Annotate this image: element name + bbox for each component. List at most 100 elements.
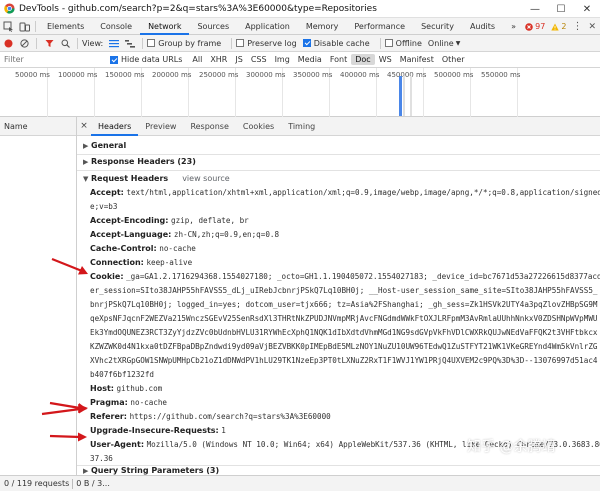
close-window-button[interactable]: ✕: [574, 0, 600, 18]
checkbox-box-checked: [110, 55, 118, 64]
filter-type-js[interactable]: JS: [231, 54, 246, 65]
filter-type-img[interactable]: Img: [271, 54, 294, 65]
header-value: _ga=GA1.2.1716294368.1554027180; _octo=G…: [126, 272, 600, 281]
filter-type-all[interactable]: All: [188, 54, 206, 65]
network-toolbar: View: Group by frame Preserve log Disabl…: [0, 35, 600, 52]
filter-type-xhr[interactable]: XHR: [206, 54, 231, 65]
throttling-select[interactable]: Online ▼: [428, 39, 460, 48]
header-key: Upgrade-Insecure-Requests:: [90, 426, 219, 435]
triangle-down-icon: ▼: [83, 175, 89, 183]
filter-type-manifest[interactable]: Manifest: [396, 54, 438, 65]
tab-security[interactable]: Security: [413, 18, 462, 35]
filter-type-doc[interactable]: Doc: [351, 54, 375, 65]
header-value-cont: qeXpsNFJqcnF2WEZVa215WnczSGEvV25SenRsdXl…: [90, 314, 598, 323]
timeline-label: 50000 ms: [15, 71, 50, 79]
header-value: keep-alive: [146, 258, 193, 267]
query-string-toggle[interactable]: ▶ Query String Parameters (3): [83, 466, 219, 475]
tab-timing[interactable]: Timing: [281, 117, 322, 136]
timeline-request-marker: [410, 76, 412, 116]
tab-sources[interactable]: Sources: [189, 18, 237, 35]
filter-type-ws[interactable]: WS: [375, 54, 396, 65]
zhihu-watermark: 知乎 @余腾靖: [467, 436, 555, 456]
timeline-label: 350000 ms: [293, 71, 333, 79]
filter-type-css[interactable]: CSS: [247, 54, 271, 65]
record-button[interactable]: [0, 35, 16, 51]
toolbar-separator: [231, 37, 233, 49]
query-string-title: Query String Parameters (3): [91, 466, 220, 475]
more-tabs-button[interactable]: »: [503, 18, 524, 35]
close-devtools-icon[interactable]: ✕: [588, 22, 596, 32]
tab-headers[interactable]: Headers: [91, 117, 139, 136]
section-divider: [77, 170, 600, 171]
overview-button[interactable]: [122, 35, 138, 51]
header-key: Accept:: [90, 188, 124, 197]
header-value: zh-CN,zh;q=0.9,en;q=0.8: [173, 230, 280, 239]
error-count-badge[interactable]: 97: [525, 22, 545, 31]
general-section-toggle[interactable]: ▶ General: [83, 141, 126, 150]
group-by-frame-checkbox[interactable]: Group by frame: [147, 39, 221, 48]
preserve-log-checkbox[interactable]: Preserve log: [236, 39, 297, 48]
name-column-header[interactable]: Name: [0, 117, 76, 136]
request-headers-toggle[interactable]: ▼ Request Headers view source: [83, 174, 230, 183]
request-count: 0 / 119 requests: [4, 479, 70, 488]
header-row-accept-language: Accept-Language: zh-CN,zh;q=0.9,en;q=0.8: [90, 229, 598, 241]
checkbox-box-checked: [302, 39, 311, 47]
chevron-down-icon: ▼: [455, 39, 461, 47]
triangle-right-icon: ▶: [83, 158, 89, 166]
tab-preview[interactable]: Preview: [138, 117, 183, 136]
header-row-pragma: Pragma: no-cache: [90, 397, 598, 409]
window-titlebar: DevTools - github.com/search?p=2&q=stars…: [0, 0, 600, 18]
toolbar-separator: [142, 37, 144, 49]
hide-data-urls-checkbox[interactable]: Hide data URLs: [110, 55, 182, 64]
tab-application[interactable]: Application: [237, 18, 298, 35]
tab-performance[interactable]: Performance: [346, 18, 413, 35]
header-row-cache-control: Cache-Control: no-cache: [90, 243, 598, 255]
timeline-label: 450000 ms: [387, 71, 427, 79]
filter-type-media[interactable]: Media: [294, 54, 326, 65]
offline-checkbox[interactable]: Offline: [384, 39, 422, 48]
tab-memory[interactable]: Memory: [298, 18, 347, 35]
search-button[interactable]: [57, 35, 73, 51]
devtools-app-icon: [4, 3, 15, 14]
close-detail-icon[interactable]: ×: [77, 121, 91, 131]
large-rows-button[interactable]: [106, 35, 122, 51]
warning-count: 2: [561, 22, 567, 31]
warning-count-badge[interactable]: 2: [551, 22, 566, 31]
kebab-menu-icon[interactable]: ⋮: [572, 21, 582, 32]
response-headers-toggle[interactable]: ▶ Response Headers (23): [83, 157, 196, 166]
header-value-cont: bnrjPSkQ7Lq10BH0j; logged_in=yes; dotcom…: [90, 300, 598, 309]
tab-cookies[interactable]: Cookies: [236, 117, 281, 136]
header-key: Pragma:: [90, 398, 128, 407]
filter-toggle-button[interactable]: [41, 35, 57, 51]
clear-button[interactable]: [16, 35, 32, 51]
header-value: https://github.com/search?q=stars%3A%3E6…: [129, 412, 331, 421]
timeline-overview[interactable]: 50000 ms 100000 ms 150000 ms 200000 ms 2…: [0, 68, 600, 117]
tab-elements[interactable]: Elements: [39, 18, 92, 35]
header-key: Host:: [90, 384, 114, 393]
timeline-label: 400000 ms: [340, 71, 380, 79]
filter-type-font[interactable]: Font: [326, 54, 351, 65]
header-row-connection: Connection: keep-alive: [90, 257, 598, 269]
transferred-size: 0 B / 3...: [76, 479, 110, 488]
view-source-link[interactable]: view source: [182, 174, 230, 183]
tab-console[interactable]: Console: [92, 18, 140, 35]
tab-network[interactable]: Network: [140, 18, 190, 35]
error-icon: [525, 22, 533, 31]
tab-audits[interactable]: Audits: [462, 18, 503, 35]
network-status-bar: 0 / 119 requests 0 B / 3...: [0, 475, 600, 491]
minimize-button[interactable]: —: [522, 0, 548, 18]
request-list[interactable]: Name: [0, 117, 77, 475]
tab-response[interactable]: Response: [183, 117, 235, 136]
header-value: no-cache: [159, 244, 196, 253]
disable-cache-checkbox[interactable]: Disable cache: [302, 39, 370, 48]
filter-type-other[interactable]: Other: [438, 54, 469, 65]
filter-input[interactable]: [0, 52, 110, 67]
header-key: User-Agent:: [90, 440, 145, 449]
inspect-element-icon[interactable]: [0, 18, 16, 34]
warning-icon: [551, 23, 560, 30]
header-value-cont: Ek3YmdOQUNEZ3RCT3ZyYjdzZVc0bUdnbHVLU31RY…: [90, 328, 598, 337]
maximize-button[interactable]: ☐: [548, 0, 574, 18]
header-value: text/html,application/xhtml+xml,applicat…: [126, 188, 600, 197]
filter-bar: Hide data URLs All XHR JS CSS Img Media …: [0, 52, 600, 68]
device-toolbar-icon[interactable]: [16, 18, 32, 34]
